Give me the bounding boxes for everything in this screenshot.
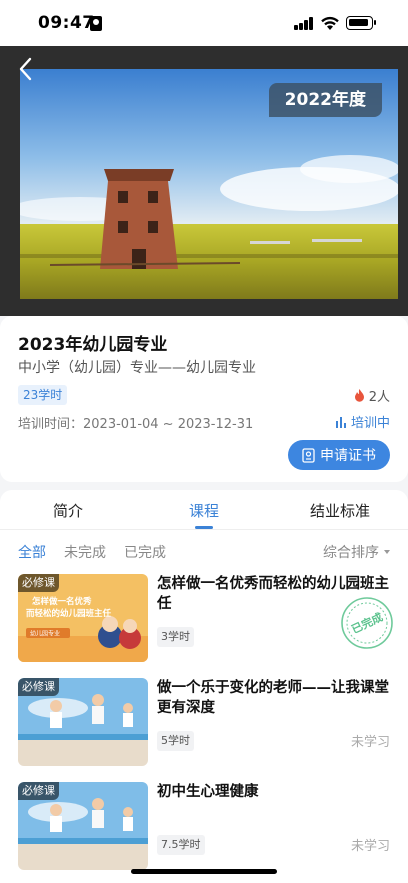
- course-item-hours: 5学时: [157, 731, 194, 751]
- apply-certificate-label: 申请证书: [320, 448, 376, 464]
- sort-dropdown[interactable]: 综合排序: [323, 542, 390, 562]
- tab-completion-criteria[interactable]: 结业标准: [310, 500, 370, 521]
- orientation-lock-icon: [90, 16, 102, 31]
- hours-tag: 23学时: [18, 385, 68, 405]
- completed-stamp: 已完成: [341, 597, 393, 649]
- content-panel: 简介 课程 结业标准 全部 未完成 已完成 综合排序 幼儿园专业 怎样做一名优秀: [0, 490, 408, 883]
- filter-completed[interactable]: 已完成: [124, 542, 166, 562]
- active-tab-indicator: [195, 526, 213, 529]
- course-subtitle: 中小学（幼儿园）专业——幼儿园专业: [18, 360, 256, 376]
- training-status-label: 培训中: [350, 416, 390, 431]
- required-tag: 必修课: [18, 574, 59, 592]
- cellular-signal-icon: [294, 17, 314, 30]
- status-time: 09:47: [38, 13, 95, 33]
- required-tag: 必修课: [18, 678, 59, 696]
- course-thumbnail: 必修课: [18, 678, 148, 766]
- filter-all[interactable]: 全部: [18, 542, 46, 562]
- apply-certificate-button[interactable]: 申请证书: [288, 440, 390, 470]
- training-period: 培训时间：2023-01-04 ~ 2023-12-31: [18, 417, 254, 432]
- course-item-hours: 3学时: [157, 627, 194, 647]
- hero-banner: 2022年度: [0, 46, 408, 316]
- thumbnail-text-1: 怎样做一名优秀: [32, 596, 92, 607]
- required-tag: 必修课: [18, 782, 59, 800]
- course-list-item[interactable]: 幼儿园专业 怎样做一名优秀 而轻松的幼儿园班主任 必修课 怎样做一名优秀而轻松的…: [18, 574, 393, 662]
- bar-chart-icon: [335, 416, 346, 428]
- course-item-hours: 7.5学时: [157, 835, 205, 855]
- participant-count-label: 2人: [368, 390, 390, 405]
- course-item-title: 做一个乐于变化的老师——让我课堂更有深度: [157, 680, 389, 716]
- sort-label: 综合排序: [323, 545, 379, 561]
- tab-bar: 简介 课程 结业标准: [0, 490, 408, 530]
- completed-stamp-text: 已完成: [349, 610, 385, 637]
- home-indicator: [131, 869, 277, 874]
- course-list-item[interactable]: 必修课 初中生心理健康 7.5学时 未学习: [18, 782, 390, 870]
- course-thumbnail: 必修课: [18, 782, 148, 870]
- training-status: 培训中: [335, 412, 390, 431]
- course-info-card: 2023年幼儿园专业 中小学（幼儿园）专业——幼儿园专业 23学时 2人 培训时…: [0, 316, 408, 482]
- participant-count: 2人: [354, 386, 390, 405]
- tab-courses[interactable]: 课程: [189, 500, 219, 521]
- battery-icon: [346, 16, 376, 30]
- filter-bar: 全部 未完成 已完成 综合排序: [0, 542, 408, 562]
- course-item-title: 初中生心理健康: [157, 784, 259, 800]
- tab-intro[interactable]: 简介: [53, 500, 83, 521]
- thumbnail-badge: 幼儿园专业: [30, 630, 60, 638]
- caret-down-icon: [384, 550, 390, 554]
- status-bar: 09:47: [0, 0, 408, 46]
- course-item-status: 未学习: [350, 735, 390, 750]
- course-list-item[interactable]: 必修课 做一个乐于变化的老师——让我课堂更有深度 5学时 未学习: [18, 678, 390, 766]
- filter-incomplete[interactable]: 未完成: [64, 542, 106, 562]
- thumbnail-text-2: 而轻松的幼儿园班主任: [26, 608, 112, 619]
- flame-icon: [354, 389, 364, 402]
- certificate-icon: [302, 447, 315, 463]
- course-title: 2023年幼儿园专业: [18, 335, 168, 355]
- back-arrow-icon[interactable]: [16, 56, 36, 82]
- course-item-status: 未学习: [350, 839, 390, 854]
- course-thumbnail: 幼儿园专业 怎样做一名优秀 而轻松的幼儿园班主任 必修课: [18, 574, 148, 662]
- wifi-icon: [321, 16, 339, 30]
- year-badge: 2022年度: [268, 83, 382, 117]
